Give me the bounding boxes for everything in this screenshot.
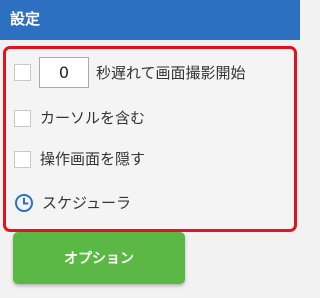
delay-row: 秒遅れて画面撮影開始 — [14, 57, 246, 88]
hide-window-label[interactable]: 操作画面を隠す — [40, 149, 145, 169]
include-cursor-row: カーソルを含む — [14, 108, 145, 128]
hide-window-checkbox[interactable] — [14, 150, 31, 168]
settings-header: 設定 — [0, 0, 300, 40]
delay-checkbox[interactable] — [14, 64, 31, 81]
delay-seconds-input[interactable] — [39, 57, 89, 88]
delay-label: 秒遅れて画面撮影開始 — [96, 63, 246, 82]
settings-title: 設定 — [10, 10, 41, 28]
scheduler-link[interactable]: スケジューラ — [14, 193, 131, 213]
options-button[interactable]: オプション — [13, 232, 185, 284]
include-cursor-checkbox[interactable] — [14, 109, 31, 127]
scheduler-label[interactable]: スケジューラ — [42, 193, 131, 213]
include-cursor-label[interactable]: カーソルを含む — [40, 108, 145, 128]
hide-window-row: 操作画面を隠す — [14, 149, 145, 169]
settings-panel: 秒遅れて画面撮影開始 カーソルを含む 操作画面を隠す スケジューラ — [3, 46, 297, 232]
clock-icon — [15, 194, 33, 212]
